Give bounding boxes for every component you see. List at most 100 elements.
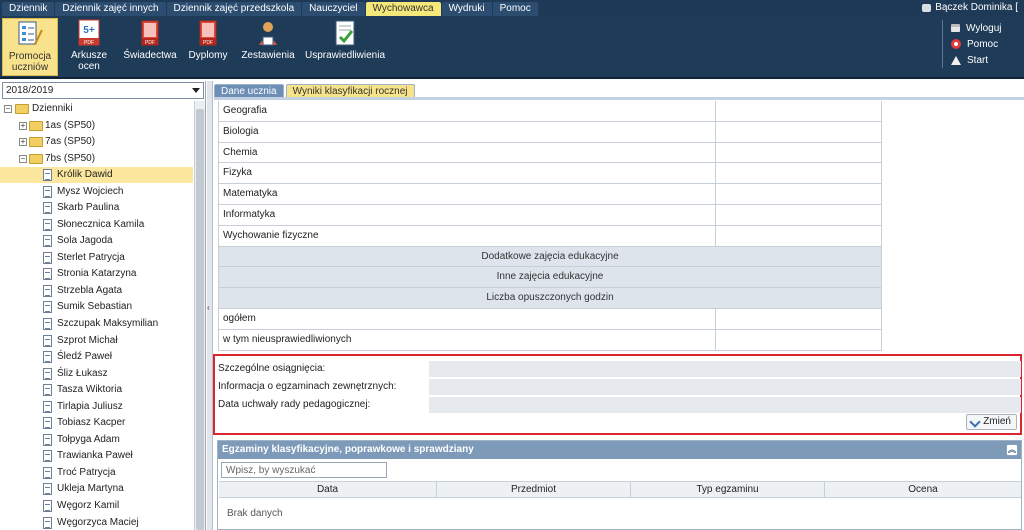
reports-button[interactable]: Zestawienia <box>240 18 296 76</box>
grades-table: Geografia Biologia Chemia Fizyka Matematyka I… <box>218 101 882 351</box>
subject-row: Wychowanie fizyczne <box>219 225 882 247</box>
subject-row-value[interactable] <box>716 204 882 225</box>
logout-button[interactable]: Wyloguj <box>951 20 1024 36</box>
column-subject[interactable]: Przedmiot <box>437 482 631 497</box>
tree-class-7as[interactable]: + 7as (SP50) <box>0 134 193 150</box>
subject-row-label: Fizyka <box>219 163 716 184</box>
menu-tab-nauczyciel[interactable]: Nauczyciel <box>302 2 365 16</box>
left-panel: 2018/2019 − Dzienniki + 1as (SP50) + 7as… <box>0 81 206 530</box>
collapse-icon[interactable]: − <box>4 105 12 113</box>
tree-student[interactable]: Śliz Łukasz <box>0 366 193 382</box>
promotion-icon <box>17 20 43 48</box>
menu-tab-dziennik-przedszkola[interactable]: Dziennik zajęć przedszkola <box>166 2 302 16</box>
tree-student[interactable]: Tirlapia Juliusz <box>0 399 193 415</box>
school-year-select[interactable]: 2018/2019 <box>2 82 204 99</box>
change-button-label: Zmień <box>983 416 1011 427</box>
subject-row-value[interactable] <box>716 142 882 163</box>
tree-student[interactable]: Węgorz Kamil <box>0 498 193 514</box>
subject-row: Informatyka <box>219 204 882 226</box>
subject-row-value[interactable] <box>716 101 882 121</box>
panel-collapse-handle[interactable]: ‹ <box>207 81 213 530</box>
subject-row-value[interactable] <box>716 121 882 142</box>
tree-student-label: Szprot Michał <box>57 334 118 346</box>
tree-student[interactable]: Sumik Sebastian <box>0 299 193 315</box>
menu-tab-dziennik-zajec-innych[interactable]: Dziennik zajęć innych <box>55 2 166 16</box>
exams-panel-header: Egzaminy klasyfikacyjne, poprawkowe i sp… <box>218 441 1021 459</box>
folder-icon <box>29 137 43 147</box>
subject-row-value[interactable] <box>716 163 882 184</box>
tree-student-label: Trawianka Paweł <box>57 450 133 462</box>
section-other-classes: Inne zajęcia edukacyjne <box>219 267 882 289</box>
tree-student[interactable]: Stronia Katarzyna <box>0 266 193 282</box>
subject-row-label: Informatyka <box>219 204 716 225</box>
exams-empty-message: Brak danych <box>227 508 283 519</box>
tree-student[interactable]: Słonecznica Kamila <box>0 217 193 233</box>
tree-student[interactable]: Tołpyga Adam <box>0 432 193 448</box>
excuses-label: Usprawiedliwienia <box>304 50 386 61</box>
start-button[interactable]: Start <box>951 52 1024 68</box>
subject-row-value[interactable] <box>716 225 882 246</box>
tree-class-7bs[interactable]: − 7bs (SP50) <box>0 151 193 167</box>
user-name-label: Bączek Dominika [ <box>935 2 1018 13</box>
scrollbar-thumb[interactable] <box>196 109 204 530</box>
tree-student[interactable]: Tobiasz Kacper <box>0 415 193 431</box>
certificates-button[interactable]: PDF Świadectwa <box>122 18 178 76</box>
tree-class-1as[interactable]: + 1as (SP50) <box>0 118 193 134</box>
tree-student-label: Sumik Sebastian <box>57 301 133 313</box>
grade-sheets-button[interactable]: 5+ PDF Arkusze ocen <box>64 18 114 76</box>
grade-badge: 5+ <box>83 25 95 36</box>
tree-student[interactable]: Ukleja Martyna <box>0 481 193 497</box>
menu-tab-dziennik[interactable]: Dziennik <box>2 2 55 16</box>
subject-row-value[interactable] <box>716 184 882 204</box>
tree-student[interactable]: Królik Dawid <box>0 167 193 183</box>
tree-student[interactable]: Skarb Paulina <box>0 200 193 216</box>
svg-text:PDF: PDF <box>203 40 213 46</box>
tree-root[interactable]: − Dzienniki <box>0 101 193 117</box>
expand-icon[interactable]: + <box>19 138 27 146</box>
certificate-pdf-icon: PDF <box>137 19 163 47</box>
tree-student[interactable]: Śledź Paweł <box>0 349 193 365</box>
tree-student[interactable]: Szczupak Maksymilian <box>0 316 193 332</box>
tree-student[interactable]: Szprot Michał <box>0 333 193 349</box>
tree-student[interactable]: Tasza Wiktoria <box>0 382 193 398</box>
absence-row-label: w tym nieusprawiedliwionych <box>219 329 716 350</box>
tree-student[interactable]: Sola Jagoda <box>0 233 193 249</box>
excuses-button[interactable]: Usprawiedliwienia <box>304 18 386 76</box>
pencil-icon <box>969 416 981 428</box>
tree-student[interactable]: Mysz Wojciech <box>0 184 193 200</box>
collapse-up-icon[interactable]: ︽ <box>1006 444 1018 456</box>
promotion-button[interactable]: Promocja uczniów <box>2 18 58 76</box>
exams-search-input[interactable] <box>221 462 387 478</box>
column-date[interactable]: Data <box>219 482 437 497</box>
menu-tab-pomoc[interactable]: Pomoc <box>492 2 538 16</box>
collapse-icon[interactable]: − <box>19 155 27 163</box>
tree-student[interactable]: Trawianka Paweł <box>0 448 193 464</box>
tree-student[interactable]: Sterlet Patrycja <box>0 250 193 266</box>
menu-tab-wychowawca[interactable]: Wychowawca <box>365 2 441 16</box>
help-button[interactable]: Pomoc <box>951 36 1024 52</box>
certificates-label: Świadectwa <box>123 50 177 61</box>
menu-tab-wydruki[interactable]: Wydruki <box>441 2 492 16</box>
student-record-icon <box>43 400 52 413</box>
tree-student-label: Mysz Wojciech <box>57 185 124 197</box>
student-record-icon <box>43 268 52 281</box>
tree-student[interactable]: Strzebla Agata <box>0 283 193 299</box>
tab-student-data[interactable]: Dane ucznia <box>214 84 284 98</box>
column-grade[interactable]: Ocena <box>825 482 1021 497</box>
column-exam-type[interactable]: Typ egzaminu <box>631 482 825 497</box>
change-button[interactable]: Zmień <box>966 414 1017 430</box>
tree-scrollbar[interactable] <box>194 101 205 530</box>
absence-row-value[interactable] <box>716 329 882 350</box>
top-menu-bar: Dziennik Dziennik zajęć innych Dziennik … <box>0 0 1024 16</box>
subject-row-label: Chemia <box>219 142 716 163</box>
external-exams-value <box>429 379 1021 395</box>
tree-student[interactable]: Węgorzyca Maciej <box>0 515 193 530</box>
absence-row-value[interactable] <box>716 308 882 329</box>
tree-student-label: Tirlapia Juliusz <box>57 400 123 412</box>
toolbar: Promocja uczniów 5+ PDF Arkusze ocen PDF … <box>0 16 1024 79</box>
expand-icon[interactable]: + <box>19 122 27 130</box>
tree-student[interactable]: Troć Patrycja <box>0 465 193 481</box>
tab-annual-results[interactable]: Wyniki klasyfikacji rocznej <box>285 84 415 98</box>
student-record-icon <box>43 169 52 181</box>
diplomas-button[interactable]: PDF Dyplomy <box>184 18 232 76</box>
